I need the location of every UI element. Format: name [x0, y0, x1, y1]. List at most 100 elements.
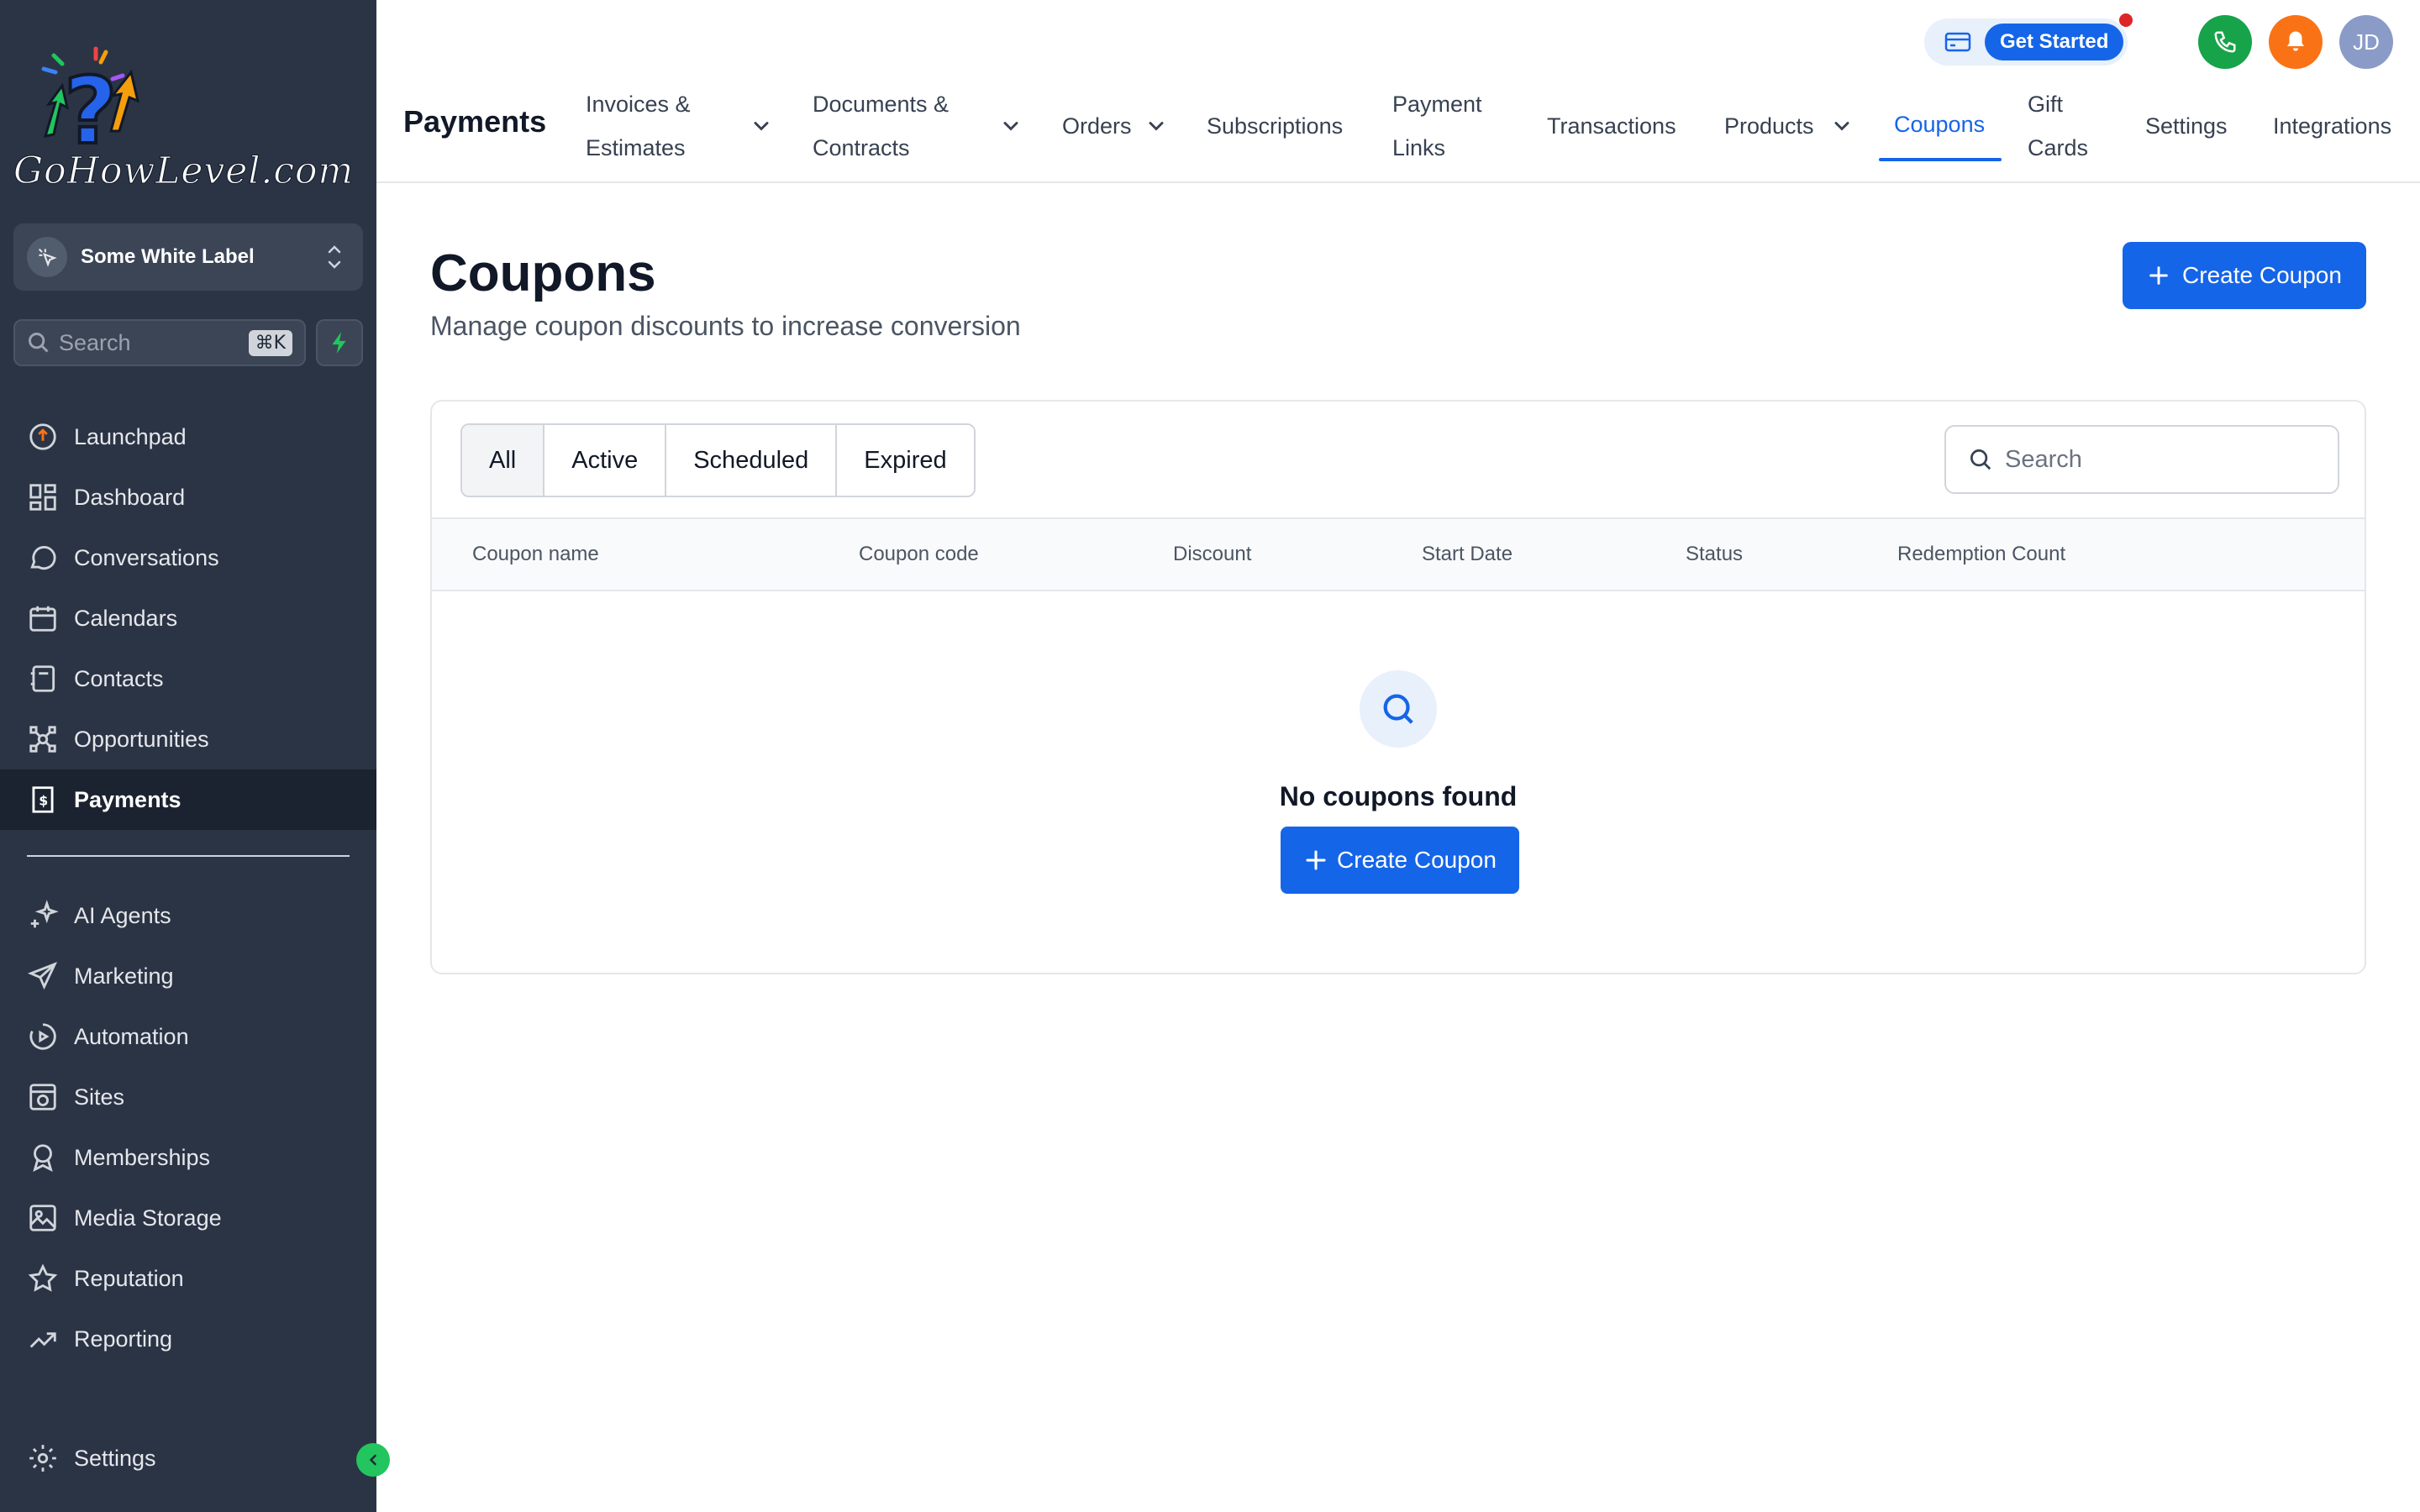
opportunities-icon: [29, 726, 56, 753]
notification-dot: [2119, 13, 2133, 27]
tab-label-line1: Payment: [1392, 92, 1482, 117]
filter-scheduled[interactable]: Scheduled: [666, 425, 838, 496]
tab-documents-contracts[interactable]: Documents & Contracts: [813, 82, 949, 170]
tab-label-line2: Links: [1392, 135, 1446, 160]
filter-expired[interactable]: Expired: [837, 425, 974, 496]
sidebar-item-settings[interactable]: Settings: [0, 1428, 376, 1488]
bell-icon: [2287, 31, 2304, 51]
chevron-down-icon[interactable]: [750, 114, 773, 138]
tab-gift-cards[interactable]: Gift Cards: [2028, 82, 2088, 170]
user-avatar[interactable]: JD: [2339, 15, 2393, 69]
tab-orders[interactable]: Orders: [1062, 104, 1132, 148]
gear-icon: [29, 1445, 56, 1472]
chevron-down-icon[interactable]: [1830, 114, 1854, 138]
column-discount[interactable]: Discount: [1173, 543, 1251, 566]
sidebar-item-dashboard[interactable]: Dashboard: [0, 467, 376, 528]
phone-icon: [2214, 31, 2236, 53]
column-status[interactable]: Status: [1686, 543, 1743, 566]
contacts-book-icon: [30, 665, 55, 692]
tab-label-line2: Cards: [2028, 135, 2089, 160]
tab-transactions[interactable]: Transactions: [1547, 104, 1676, 148]
chat-bubble-icon: [30, 546, 56, 570]
launchpad-icon: [29, 423, 56, 450]
sidebar-item-reporting[interactable]: Reporting: [0, 1309, 376, 1369]
bolt-icon: [332, 332, 346, 354]
column-start-date[interactable]: Start Date: [1422, 543, 1512, 566]
sidebar-item-marketing[interactable]: Marketing: [0, 946, 376, 1006]
sidebar-item-reputation[interactable]: Reputation: [0, 1248, 376, 1309]
sidebar-item-contacts[interactable]: Contacts: [0, 648, 376, 709]
chevron-down-icon[interactable]: [1144, 114, 1168, 138]
cursor-click-icon: [27, 237, 67, 277]
tab-label-line2: Estimates: [586, 135, 686, 160]
plus-icon: [1306, 850, 1326, 870]
coupon-search-placeholder: Search: [2005, 445, 2082, 473]
tab-subscriptions[interactable]: Subscriptions: [1207, 104, 1343, 148]
sidebar-collapse-button[interactable]: [356, 1443, 390, 1477]
svg-text:GoHowLevel.com: GoHowLevel.com: [13, 150, 354, 186]
column-coupon-code[interactable]: Coupon code: [859, 543, 979, 566]
get-started-button[interactable]: Get Started: [1985, 24, 2124, 60]
page-title: Coupons: [430, 244, 656, 302]
notifications-button[interactable]: [2269, 15, 2323, 69]
tab-label-line1: Gift: [2028, 92, 2064, 117]
search-icon: [1383, 694, 1413, 724]
sidebar-search[interactable]: Search ⌘K: [13, 319, 306, 366]
tab-label-line1: Documents &: [813, 92, 950, 117]
sidebar-item-sites[interactable]: Sites: [0, 1067, 376, 1127]
paper-plane-icon: [27, 962, 58, 990]
tab-coupons[interactable]: Coupons: [1894, 102, 1985, 146]
quick-action-button[interactable]: [316, 319, 363, 366]
chevron-updown-icon: [328, 245, 341, 269]
create-coupon-button[interactable]: Create Coupon: [2123, 242, 2366, 309]
chevron-left-icon: [369, 1454, 376, 1466]
tab-integrations[interactable]: Integrations: [2273, 104, 2391, 148]
sidebar-item-label: Dashboard: [74, 484, 186, 510]
account-switcher[interactable]: Some White Label: [13, 223, 363, 291]
sites-globe-icon: [29, 1084, 56, 1110]
active-tab-indicator: [1879, 158, 2002, 161]
table-header: Coupon name Coupon code Discount Start D…: [432, 517, 2365, 591]
empty-state-create-coupon-button[interactable]: Create Coupon: [1281, 827, 1519, 894]
sidebar-item-label: Contacts: [74, 665, 164, 691]
svg-text:$: $: [39, 792, 48, 808]
calendar-icon: [29, 606, 56, 632]
sidebar: ? GoHowLevel.com Some White Label Search…: [0, 0, 376, 1512]
tab-settings[interactable]: Settings: [2145, 104, 2228, 148]
sidebar-item-payments[interactable]: $ Payments: [0, 769, 376, 830]
tab-label-line2: Contracts: [813, 135, 910, 160]
coupon-search-input[interactable]: Search: [1944, 425, 2339, 494]
svg-text:?: ?: [64, 57, 118, 165]
filter-all[interactable]: All: [462, 425, 545, 496]
badge-icon: [33, 1144, 53, 1172]
sidebar-item-media-storage[interactable]: Media Storage: [0, 1188, 376, 1248]
column-coupon-name[interactable]: Coupon name: [472, 543, 599, 566]
tab-products[interactable]: Products: [1724, 104, 1814, 148]
empty-state-search-icon: [1360, 670, 1437, 748]
sidebar-item-calendars[interactable]: Calendars: [0, 588, 376, 648]
sidebar-item-ai-agents[interactable]: AI Agents: [0, 885, 376, 946]
sidebar-item-launchpad[interactable]: Launchpad: [0, 407, 376, 467]
tab-invoices-estimates[interactable]: Invoices & Estimates: [586, 82, 691, 170]
filter-active[interactable]: Active: [544, 425, 667, 496]
sidebar-item-label: Settings: [74, 1445, 156, 1471]
create-coupon-label: Create Coupon: [2182, 262, 2342, 288]
credit-card-icon: [1944, 32, 1971, 52]
phone-button[interactable]: [2198, 15, 2252, 69]
tab-payment-links[interactable]: Payment Links: [1392, 82, 1482, 170]
sidebar-item-memberships[interactable]: Memberships: [0, 1127, 376, 1188]
sidebar-item-label: Sites: [74, 1084, 125, 1110]
sidebar-item-automation[interactable]: Automation: [0, 1006, 376, 1067]
column-redemption-count[interactable]: Redemption Count: [1897, 543, 2065, 566]
star-icon: [28, 1263, 58, 1292]
sidebar-item-conversations[interactable]: Conversations: [0, 528, 376, 588]
empty-state-create-label: Create Coupon: [1337, 847, 1497, 873]
section-title: Payments: [403, 104, 547, 139]
sidebar-item-label: Reputation: [74, 1265, 184, 1291]
search-shortcut: ⌘K: [248, 329, 292, 356]
chevron-down-icon[interactable]: [999, 114, 1023, 138]
brand-logo[interactable]: ? GoHowLevel.com: [12, 44, 373, 193]
sidebar-item-label: Payments: [74, 786, 182, 812]
sidebar-item-label: Reporting: [74, 1326, 173, 1352]
sidebar-item-opportunities[interactable]: Opportunities: [0, 709, 376, 769]
